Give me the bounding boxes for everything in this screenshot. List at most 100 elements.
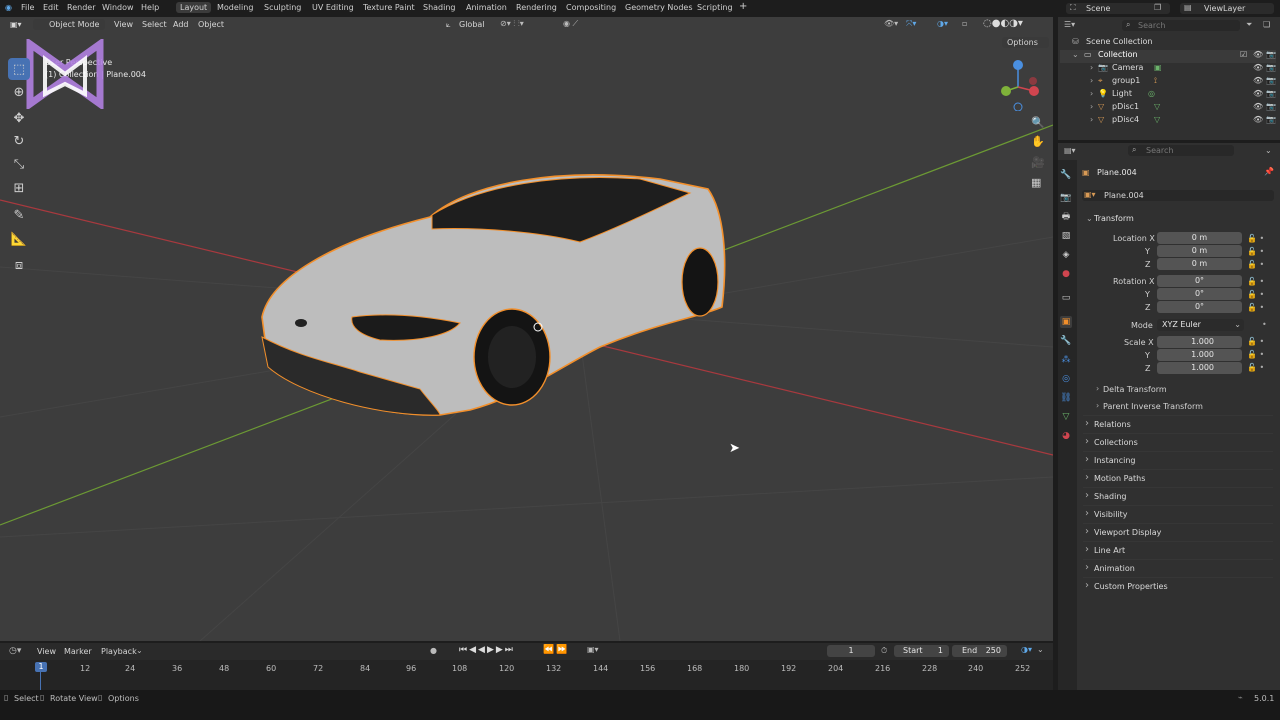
section-motion-paths[interactable]: Motion Paths	[1083, 469, 1273, 486]
camera-render-icon[interactable]: 📷	[1266, 63, 1276, 72]
scale-y-field[interactable]: 1.000	[1157, 349, 1242, 361]
filter-icon[interactable]: ⏷	[1246, 20, 1252, 30]
annotate-tool[interactable]: ✎	[8, 204, 30, 226]
navigation-gizmo[interactable]	[996, 59, 1044, 111]
object-tab-icon[interactable]: ▣	[1060, 316, 1072, 328]
location-x-field[interactable]: 0 m	[1157, 232, 1242, 244]
scale-tool[interactable]: ⤡	[8, 153, 30, 175]
gizmo-icon[interactable]: ⤧▾	[906, 19, 916, 29]
timeline-editor-icon[interactable]: ◷▾	[9, 646, 21, 656]
outliner-item-pdisc4[interactable]: › ▽ pDisc4 ▽ 👁 📷	[1060, 115, 1276, 128]
add-cube-tool[interactable]: ⧈	[8, 254, 30, 276]
chevron-down-icon[interactable]: ⌄	[136, 646, 143, 655]
pan-hand-icon[interactable]: ✋	[1031, 135, 1045, 148]
eye-icon[interactable]: 👁	[1253, 63, 1263, 72]
collection-tab-icon[interactable]: ▭	[1060, 292, 1072, 304]
data-tab-icon[interactable]: ▽	[1060, 411, 1072, 423]
menu-add[interactable]: Add	[173, 20, 189, 29]
outliner-scene-collection[interactable]: ⛁ Scene Collection	[1060, 37, 1276, 50]
move-tool[interactable]: ✥	[8, 107, 30, 129]
menu-view[interactable]: View	[114, 20, 133, 29]
end-frame-field[interactable]: End 250	[952, 645, 1007, 657]
eye-icon[interactable]: 👁	[1253, 102, 1263, 111]
tab-geometry-nodes[interactable]: Geometry Nodes	[625, 3, 692, 12]
section-animation[interactable]: Animation	[1083, 559, 1273, 576]
keyframe-dot-icon[interactable]: •	[1247, 318, 1272, 331]
delta-transform-header[interactable]: Delta Transform	[1103, 385, 1167, 394]
eye-icon[interactable]: 👁	[1253, 76, 1263, 85]
outliner-item-light[interactable]: › 💡 Light ◎ 👁 📷	[1060, 89, 1276, 102]
menu-object[interactable]: Object	[198, 20, 224, 29]
view-layer-selector[interactable]: ▤ ViewLayer	[1180, 3, 1274, 14]
perspective-grid-icon[interactable]: ▦	[1031, 176, 1041, 189]
options-dropdown[interactable]: Options	[1002, 37, 1049, 48]
tab-layout[interactable]: Layout	[176, 2, 212, 13]
section-collections[interactable]: Collections	[1083, 433, 1273, 450]
lock-icon[interactable]: 🔓 •	[1247, 335, 1272, 348]
section-shading[interactable]: Shading	[1083, 487, 1273, 504]
start-frame-field[interactable]: Start 1	[894, 645, 949, 657]
parent-inverse-header[interactable]: Parent Inverse Transform	[1103, 402, 1203, 411]
editor-type-icon[interactable]: ▣▾	[10, 20, 22, 29]
transform-tool[interactable]: ⊞	[8, 177, 30, 199]
lock-icon[interactable]: 🔓 •	[1247, 258, 1272, 271]
rotate-tool[interactable]: ↻	[8, 130, 30, 152]
rotation-y-field[interactable]: 0°	[1157, 288, 1242, 300]
scale-x-field[interactable]: 1.000	[1157, 336, 1242, 348]
rotation-mode-dropdown[interactable]: XYZ Euler ⌄	[1157, 319, 1244, 331]
eye-icon[interactable]: 👁	[1253, 89, 1263, 98]
rotation-x-field[interactable]: 0°	[1157, 275, 1242, 287]
object-dropdown-icon[interactable]: ▣▾	[1084, 190, 1096, 199]
tab-scripting[interactable]: Scripting	[697, 3, 733, 12]
material-tab-icon[interactable]: ◕	[1060, 430, 1072, 442]
keying-set-icon[interactable]: ▣▾	[587, 645, 599, 654]
object-mode-dropdown[interactable]: Object Mode	[33, 19, 105, 30]
playback-controls[interactable]: ⏮◀◀▶▶⏭	[459, 645, 515, 655]
scale-z-field[interactable]: 1.000	[1157, 362, 1242, 374]
tab-uv-editing[interactable]: UV Editing	[312, 3, 354, 12]
section-relations[interactable]: Relations	[1083, 415, 1273, 432]
menu-select[interactable]: Select	[142, 20, 167, 29]
timeline-options-icon[interactable]: ⌄	[1037, 645, 1044, 654]
section-custom-properties[interactable]: Custom Properties	[1083, 577, 1273, 594]
select-box-tool[interactable]: ⬚	[8, 58, 30, 80]
camera-render-icon[interactable]: 📷	[1266, 50, 1276, 59]
outliner-item-group1[interactable]: › ⌖ group1 ⟟ 👁 📷	[1060, 76, 1276, 89]
camera-render-icon[interactable]: 📷	[1266, 89, 1276, 98]
section-instancing[interactable]: Instancing	[1083, 451, 1273, 468]
particles-tab-icon[interactable]: ⁂	[1060, 354, 1072, 366]
scene-tab-icon[interactable]: ◈	[1060, 249, 1072, 261]
lock-icon[interactable]: 🔓 •	[1247, 301, 1272, 314]
location-y-field[interactable]: 0 m	[1157, 245, 1242, 257]
overlay-icon[interactable]: ◑▾	[937, 19, 948, 28]
eye-icon[interactable]: 👁	[1253, 115, 1263, 124]
menu-window[interactable]: Window	[102, 3, 134, 12]
timeline-menu-view[interactable]: View	[37, 647, 56, 656]
chevron-down-icon[interactable]: ⌄	[1265, 146, 1272, 155]
tab-shading[interactable]: Shading	[423, 3, 456, 12]
pivot-icon[interactable]: ⊘▾ ⫶ ⫶▾	[500, 19, 524, 29]
view-layer-tab-icon[interactable]: ▧	[1060, 230, 1072, 242]
object-name-field[interactable]: ▣▾ Plane.004	[1082, 190, 1274, 201]
eye-icon[interactable]: 👁	[1253, 50, 1263, 59]
output-tab-icon[interactable]: 🖶	[1060, 211, 1072, 223]
timeline-menu-playback[interactable]: Playback	[101, 647, 137, 656]
tab-texture-paint[interactable]: Texture Paint	[363, 3, 415, 12]
visibility-icon[interactable]: 👁▾	[884, 19, 898, 28]
tab-sculpting[interactable]: Sculpting	[264, 3, 301, 12]
lock-icon[interactable]: 🔓 •	[1247, 288, 1272, 301]
lock-icon[interactable]: 🔓 •	[1247, 348, 1272, 361]
parent-inverse-chevron-icon[interactable]: ›	[1096, 401, 1099, 410]
rotation-z-field[interactable]: 0°	[1157, 301, 1242, 313]
add-workspace-button[interactable]: +	[739, 1, 747, 12]
blender-logo-icon[interactable]: ◉	[5, 3, 12, 12]
copy-icon[interactable]: ❐	[1154, 3, 1161, 12]
camera-render-icon[interactable]: 📷	[1266, 76, 1276, 85]
camera-view-icon[interactable]: 🎥	[1031, 156, 1045, 169]
location-z-field[interactable]: 0 m	[1157, 258, 1242, 270]
tab-animation[interactable]: Animation	[466, 3, 507, 12]
outliner-collection[interactable]: ⌄ ▭ Collection ☑ 👁 📷	[1060, 50, 1276, 63]
sync-icon[interactable]: ◑▾	[1021, 645, 1032, 654]
properties-editor-icon[interactable]: ▤▾	[1064, 146, 1076, 155]
orientation-dropdown[interactable]: Global	[459, 20, 485, 29]
